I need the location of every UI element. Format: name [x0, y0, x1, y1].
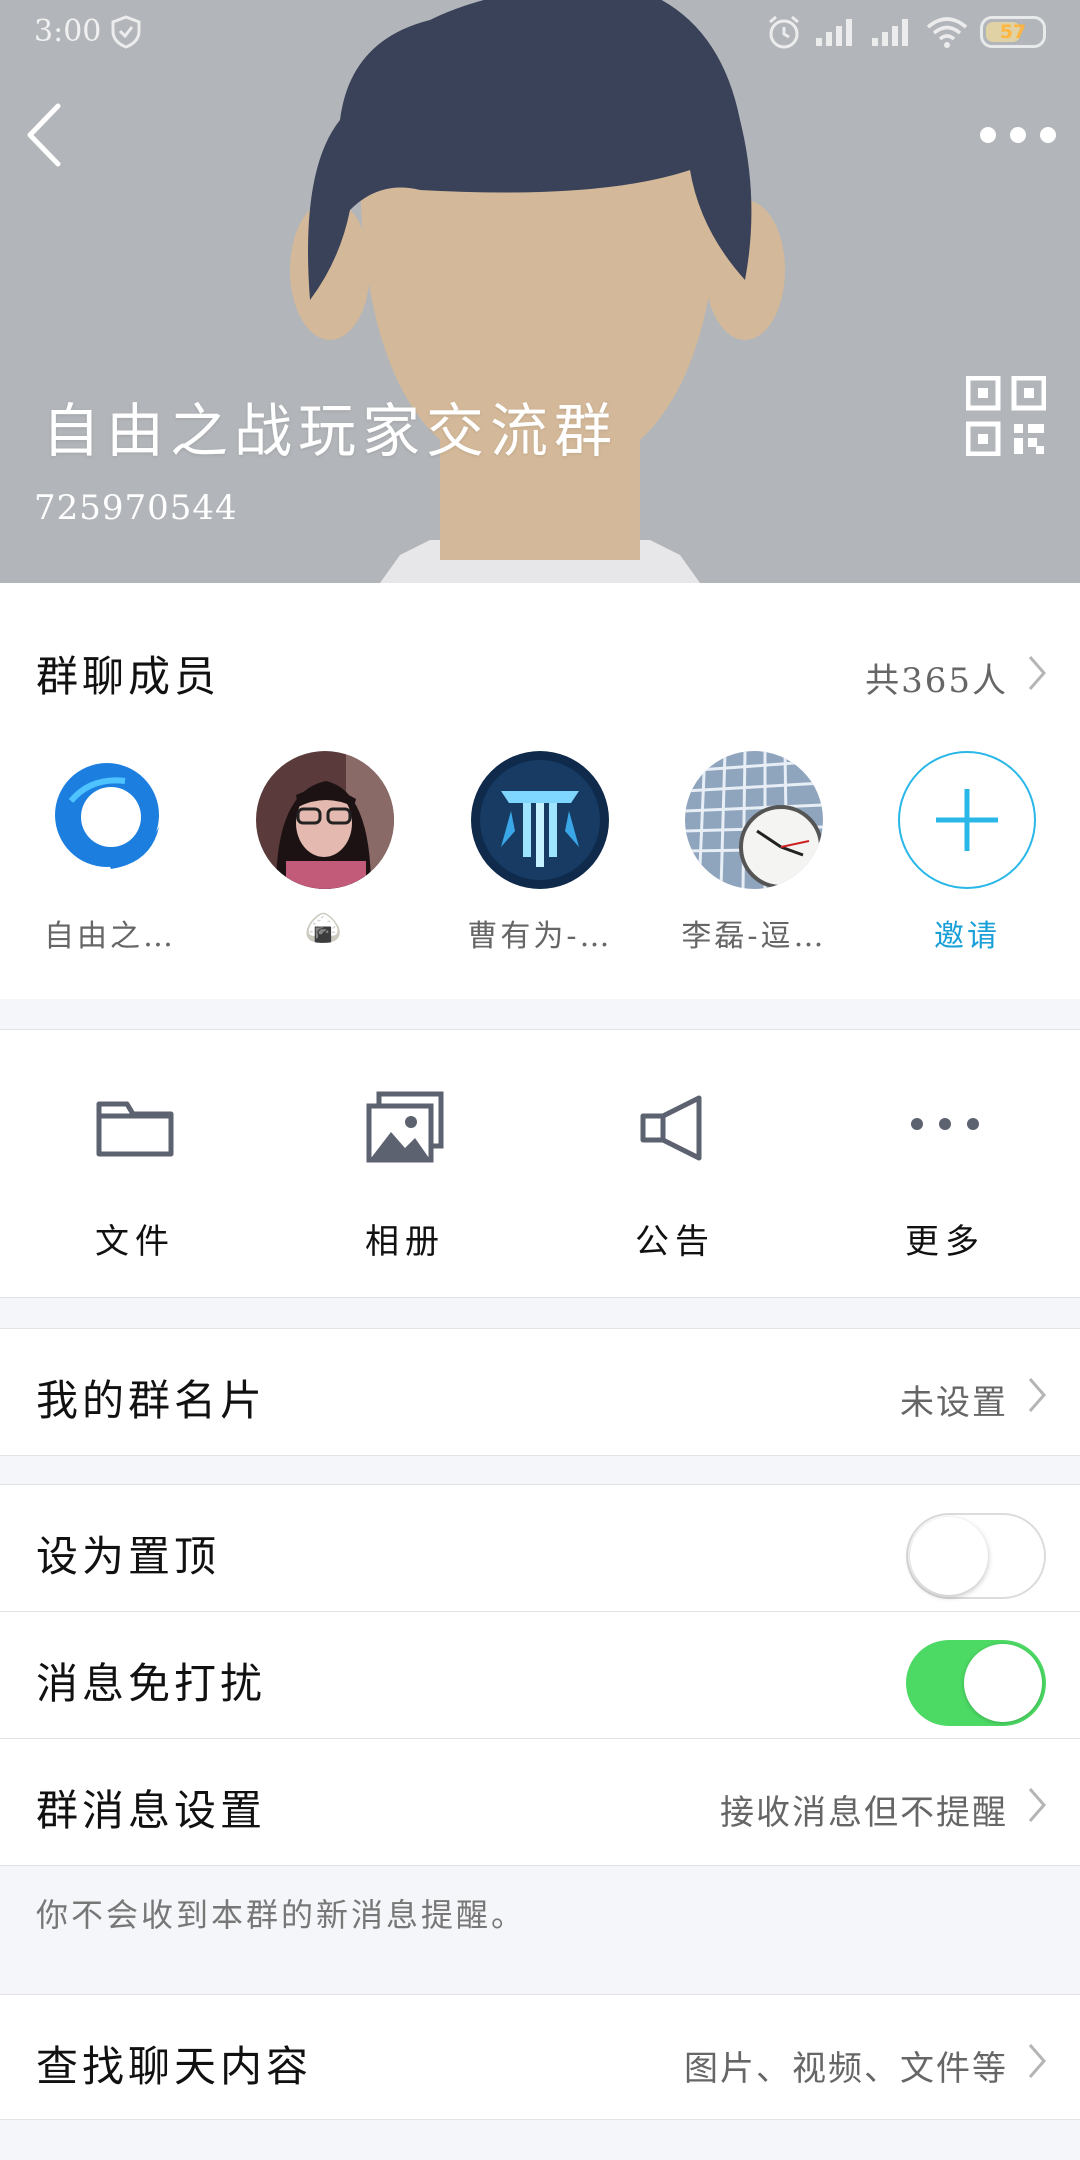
message-settings-value: 接收消息但不提醒: [720, 1793, 1008, 1833]
member-item[interactable]: 🍙: [235, 751, 415, 946]
tool-label: 更多: [905, 1222, 985, 1262]
member-avatar-list: 自由之… 🍙 曹有为-… 李磊-逗… 邀请: [0, 751, 1080, 971]
more-dot-icon: [980, 127, 996, 143]
member-name: 曹有为-…: [467, 919, 613, 954]
do-not-disturb-label: 消息免打扰: [36, 1659, 267, 1708]
member-avatar[interactable]: [41, 751, 179, 889]
do-not-disturb-row: 消息免打扰: [0, 1612, 1080, 1738]
plus-icon[interactable]: [898, 751, 1036, 889]
search-chat-label: 查找聊天内容: [36, 2042, 313, 2091]
invite-label[interactable]: 邀请: [877, 911, 1057, 955]
members-count[interactable]: 共365人: [865, 653, 1008, 702]
my-group-card-value: 未设置: [900, 1383, 1008, 1423]
member-avatar[interactable]: [685, 751, 823, 889]
clock-building-avatar-icon: [685, 751, 823, 889]
battery-indicator: 57: [980, 16, 1046, 48]
member-name: 李磊-逗…: [681, 919, 827, 954]
tool-album[interactable]: 相册: [305, 1090, 505, 1263]
group-name: 自由之战玩家交流群: [42, 397, 619, 465]
status-bar: 3:00 57: [0, 0, 1080, 64]
chevron-right-icon: [1028, 1378, 1046, 1412]
qq-group-logo-icon: [41, 751, 179, 889]
game-logo-avatar-icon: [471, 751, 609, 889]
tool-label: 公告: [635, 1222, 715, 1262]
member-avatar[interactable]: [256, 751, 394, 889]
do-not-disturb-toggle[interactable]: [906, 1640, 1046, 1726]
search-chat-row[interactable]: 查找聊天内容 图片、视频、文件等: [0, 1995, 1080, 2119]
tool-more[interactable]: 更多: [845, 1090, 1045, 1263]
search-chat-value: 图片、视频、文件等: [684, 2049, 1008, 2089]
more-dots-icon: [911, 1118, 979, 1130]
user-photo-avatar-icon: [256, 751, 394, 889]
back-arrow-icon[interactable]: [22, 100, 72, 170]
member-item[interactable]: 曹有为-…: [450, 751, 630, 955]
group-members-section: 群聊成员 共365人 自由之… 🍙 曹有为-… 李磊-逗… 邀请: [0, 583, 1080, 999]
tool-label: 相册: [365, 1222, 445, 1262]
invite-member-item[interactable]: 邀请: [877, 751, 1057, 955]
signal-icon: [816, 19, 852, 46]
notification-hint-text: 你不会收到本群的新消息提醒。: [36, 1896, 527, 1934]
megaphone-icon: [640, 1095, 702, 1161]
folder-icon: [96, 1101, 174, 1157]
my-group-card-label: 我的群名片: [36, 1376, 267, 1425]
group-tools-section: 文件 相册 公告 更多: [0, 1029, 1080, 1298]
signal-icon: [872, 19, 908, 46]
more-dot-icon: [1040, 127, 1056, 143]
chevron-right-icon[interactable]: [1026, 653, 1048, 693]
more-options-button[interactable]: [980, 118, 1056, 152]
member-item[interactable]: 自由之…: [20, 751, 200, 955]
member-name: 🍙: [304, 911, 346, 946]
my-group-card-row[interactable]: 我的群名片 未设置: [0, 1329, 1080, 1455]
wifi-icon: [926, 17, 968, 48]
pin-top-row: 设为置顶: [0, 1485, 1080, 1611]
message-settings-label: 群消息设置: [36, 1786, 267, 1835]
member-name: 自由之…: [44, 919, 176, 954]
photo-album-icon: [366, 1091, 444, 1163]
group-cover-header: 3:00 57 自由之战玩家交流群 725970544: [0, 0, 1080, 583]
alarm-icon: [769, 15, 799, 49]
chevron-right-icon: [1028, 1788, 1046, 1822]
chevron-right-icon: [1028, 2044, 1046, 2078]
tool-files[interactable]: 文件: [35, 1090, 235, 1263]
pin-top-toggle[interactable]: [906, 1513, 1046, 1599]
member-item[interactable]: 李磊-逗…: [664, 751, 844, 955]
qr-code-icon[interactable]: [966, 376, 1046, 456]
more-dot-icon: [1010, 127, 1026, 143]
members-title: 群聊成员: [36, 652, 221, 701]
tool-label: 文件: [95, 1222, 175, 1262]
pin-top-label: 设为置顶: [36, 1532, 221, 1581]
group-id: 725970544: [34, 488, 238, 528]
tool-announcement[interactable]: 公告: [575, 1090, 775, 1263]
battery-level: 57: [999, 21, 1027, 43]
member-avatar[interactable]: [471, 751, 609, 889]
shield-icon: [111, 15, 141, 49]
message-settings-row[interactable]: 群消息设置 接收消息但不提醒: [0, 1739, 1080, 1865]
status-time: 3:00: [34, 14, 102, 49]
